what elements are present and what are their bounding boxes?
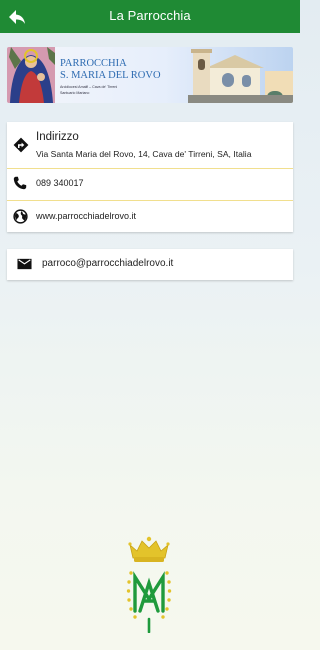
app-bar: La Parrocchia xyxy=(0,0,300,33)
phone-icon xyxy=(13,176,27,190)
parish-banner: PARROCCHIA S. MARIA DEL ROVO Arcidiocesi… xyxy=(7,47,293,103)
contact-card: Indirizzo Via Santa Maria del Rovo, 14, … xyxy=(7,122,293,232)
address-value: Via Santa Maria del Rovo, 14, Cava de' T… xyxy=(36,149,252,159)
globe-icon xyxy=(13,209,28,224)
crown-icon xyxy=(128,536,170,562)
email-card[interactable]: parroco@parrocchiadelrovo.it xyxy=(7,249,293,280)
address-label: Indirizzo xyxy=(36,131,79,143)
madonna-painting xyxy=(7,47,55,103)
banner-line3: Arcidiocesi Amalfi – Cava de' Tirreni xyxy=(60,85,117,89)
directions-icon xyxy=(13,137,29,153)
address-row[interactable]: Indirizzo Via Santa Maria del Rovo, 14, … xyxy=(7,122,293,168)
mail-icon xyxy=(17,258,32,270)
website-link: www.parrocchiadelrovo.it xyxy=(36,211,137,221)
email-address: parroco@parrocchiadelrovo.it xyxy=(42,258,174,269)
banner-line2: S. MARIA DEL ROVO xyxy=(60,70,161,81)
phone-number: 089 340017 xyxy=(36,178,84,188)
banner-line4: Santuario Mariano xyxy=(60,91,89,95)
page-title: La Parrocchia xyxy=(109,8,191,23)
website-row[interactable]: www.parrocchiadelrovo.it xyxy=(7,201,293,232)
phone-row[interactable]: 089 340017 xyxy=(7,169,293,200)
marian-logo xyxy=(126,536,172,633)
ma-monogram-icon xyxy=(133,571,165,613)
banner-line1: PARROCCHIA xyxy=(60,58,127,69)
banner-image: PARROCCHIA S. MARIA DEL ROVO Arcidiocesi… xyxy=(7,47,293,103)
